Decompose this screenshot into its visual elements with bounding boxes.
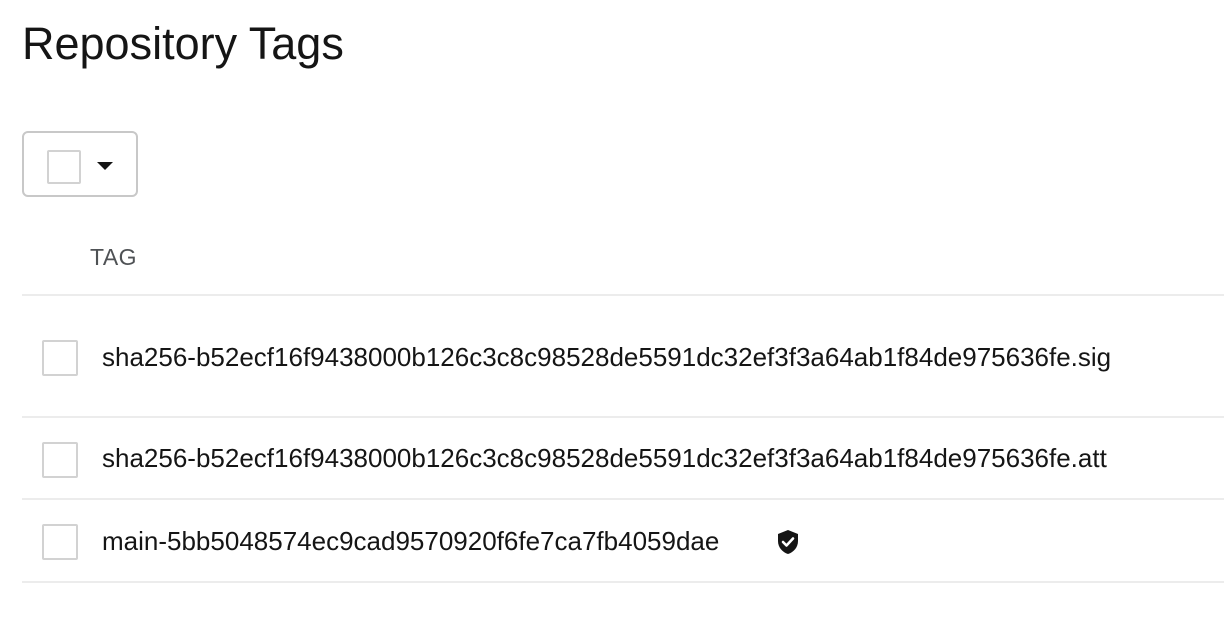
- row-checkbox[interactable]: [42, 524, 78, 560]
- tag-name-link[interactable]: main-5bb5048574ec9cad9570920f6fe7ca7fb40…: [102, 525, 719, 557]
- row-checkbox[interactable]: [42, 442, 78, 478]
- shield-check-icon: [778, 530, 798, 554]
- bulk-select-dropdown[interactable]: [22, 131, 138, 197]
- tag-name-link[interactable]: sha256-b52ecf16f9438000b126c3c8c98528de5…: [102, 442, 1107, 474]
- table-row: sha256-b52ecf16f9438000b126c3c8c98528de5…: [22, 296, 1224, 416]
- column-header-tag[interactable]: TAG: [90, 242, 137, 272]
- tag-name-link[interactable]: sha256-b52ecf16f9438000b126c3c8c98528de5…: [102, 341, 1111, 373]
- repository-tags-page: Repository Tags TAG sha256-b52ecf16f9438…: [0, 0, 1224, 618]
- row-checkbox[interactable]: [42, 340, 78, 376]
- table-row: main-5bb5048574ec9cad9570920f6fe7ca7fb40…: [22, 500, 1224, 581]
- table-row: sha256-b52ecf16f9438000b126c3c8c98528de5…: [22, 418, 1224, 498]
- row-divider: [22, 581, 1224, 583]
- page-title: Repository Tags: [22, 18, 344, 69]
- select-all-checkbox[interactable]: [47, 150, 81, 184]
- caret-down-icon[interactable]: [97, 162, 113, 170]
